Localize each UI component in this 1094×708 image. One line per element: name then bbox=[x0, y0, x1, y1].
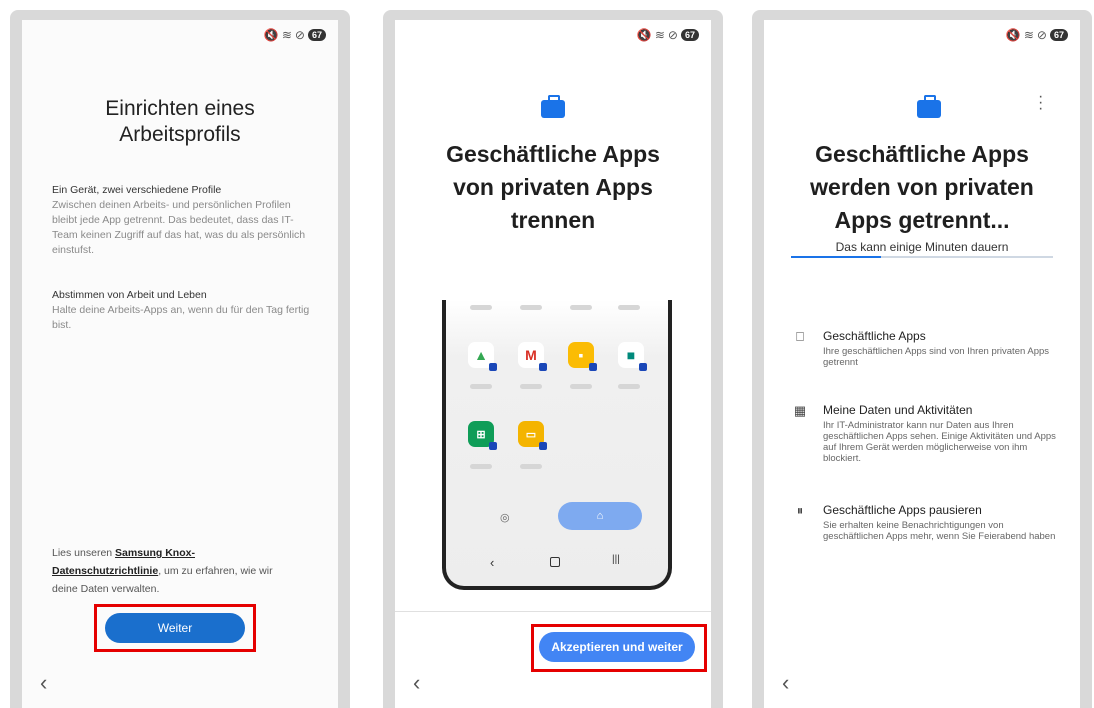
phone-frame-1: 🔇 ≋ ⊘ 67 Einrichten eines Arbeitsprofils… bbox=[10, 10, 350, 708]
meet-icon: ■ bbox=[618, 342, 647, 371]
dnd-icon: ⊘ bbox=[1036, 28, 1047, 42]
section-body: Zwischen deinen Arbeits- und persönliche… bbox=[52, 199, 306, 256]
info-title: Meine Daten und Aktivitäten bbox=[823, 403, 973, 417]
info-title: Geschäftliche Apps pausieren bbox=[823, 503, 982, 517]
more-options-icon[interactable]: · · · bbox=[1038, 89, 1043, 117]
info-desc: Ihr IT-Administrator kann nur Daten aus … bbox=[823, 420, 1056, 464]
status-bar: 🔇 ≋ ⊘ 67 bbox=[1006, 28, 1068, 42]
screen-setup-work-profile: 🔇 ≋ ⊘ 67 Einrichten eines Arbeitsprofils… bbox=[22, 20, 338, 708]
status-bar: 🔇 ≋ ⊘ 67 bbox=[264, 28, 326, 42]
page-title: Geschäftliche Apps von privaten Apps tre… bbox=[446, 141, 660, 233]
pause-icon: ⏸ bbox=[796, 503, 804, 518]
info-title: Geschäftliche Apps bbox=[823, 329, 926, 343]
briefcase-icon bbox=[917, 95, 941, 118]
nav-bar: ‹ bbox=[395, 662, 711, 708]
mute-icon: 🔇 bbox=[636, 28, 652, 42]
drive-icon: ▲ bbox=[468, 342, 497, 371]
work-tab: ⌂ bbox=[558, 502, 642, 530]
battery-badge: 67 bbox=[307, 29, 326, 41]
wifi-icon: ≋ bbox=[654, 28, 665, 42]
phone-frame-3: 🔇 ≋ ⊘ 67 · · · Geschäftliche Apps werden v… bbox=[752, 10, 1092, 708]
building-icon: ▦ bbox=[793, 403, 807, 418]
sheets-icon: ⊞ bbox=[468, 421, 497, 450]
section-profiles: Ein Gerät, zwei verschiedene Profile Zwi… bbox=[52, 183, 310, 258]
back-icon[interactable]: ‹ bbox=[413, 670, 420, 696]
privacy-notice: Lies unseren Samsung Knox-Datenschutzric… bbox=[52, 547, 273, 595]
page-title: Einrichten eines Arbeitsprofils bbox=[105, 97, 255, 146]
briefcase-icon bbox=[541, 95, 565, 118]
nav-bar: ‹ bbox=[764, 662, 1080, 708]
wifi-icon: ≋ bbox=[1023, 28, 1034, 42]
wifi-icon: ≋ bbox=[281, 28, 292, 42]
mute-icon: 🔇 bbox=[1005, 28, 1021, 42]
dnd-icon: ⊘ bbox=[667, 28, 678, 42]
section-heading: Abstimmen von Arbeit und Leben bbox=[52, 289, 207, 301]
placeholder-bar bbox=[470, 384, 492, 389]
gmail-icon: M bbox=[518, 342, 547, 371]
placeholder-bar bbox=[470, 305, 492, 310]
back-icon[interactable]: ‹ bbox=[782, 670, 789, 696]
next-button[interactable]: Weiter bbox=[105, 613, 245, 643]
dnd-icon: ⊘ bbox=[294, 28, 305, 42]
nav-recents-icon: ||| bbox=[612, 554, 620, 565]
keep-icon: ▪ bbox=[568, 342, 597, 371]
placeholder-bar bbox=[470, 464, 492, 469]
accept-button[interactable]: Akzeptieren und weiter bbox=[539, 632, 695, 662]
progress-bar bbox=[791, 256, 1053, 258]
section-work-life: Abstimmen von Arbeit und Leben Halte dei… bbox=[52, 288, 310, 333]
placeholder-bar bbox=[570, 305, 592, 310]
info-desc: Ihre geschäftlichen Apps sind von Ihren … bbox=[823, 346, 1050, 368]
screen-separating-apps: 🔇 ≋ ⊘ 67 · · · Geschäftliche Apps werden v… bbox=[764, 20, 1080, 708]
placeholder-bar bbox=[618, 384, 640, 389]
placeholder-bar bbox=[618, 305, 640, 310]
screen-separate-apps: 🔇 ≋ ⊘ 67 Geschäftliche Apps von privaten… bbox=[395, 20, 711, 708]
phone-frame-2: 🔇 ≋ ⊘ 67 Geschäftliche Apps von privaten… bbox=[383, 10, 723, 708]
battery-badge: 67 bbox=[1049, 29, 1068, 41]
page-title: Geschäftliche Apps werden von privaten A… bbox=[810, 141, 1034, 233]
mute-icon: 🔇 bbox=[263, 28, 279, 42]
battery-badge: 67 bbox=[680, 29, 699, 41]
nav-back-icon: ‹ bbox=[490, 555, 495, 570]
status-bar: 🔇 ≋ ⊘ 67 bbox=[637, 28, 699, 42]
personal-tab-icon: ◎ bbox=[500, 512, 510, 524]
section-body: Halte deine Arbeits-Apps an, wenn du für… bbox=[52, 304, 310, 331]
nav-home-icon bbox=[550, 557, 560, 567]
subtitle: Das kann einige Minuten dauern bbox=[835, 240, 1009, 254]
info-desc: Sie erhalten keine Benachrichtigungen vo… bbox=[823, 520, 1056, 542]
divider bbox=[395, 611, 711, 612]
placeholder-bar bbox=[520, 305, 542, 310]
section-heading: Ein Gerät, zwei verschiedene Profile bbox=[52, 184, 222, 196]
placeholder-bar bbox=[520, 384, 542, 389]
phone-illustration: ▲ M ▪ ■ ⊞ ▭ ◎ ⌂ ‹ ||| bbox=[442, 300, 672, 590]
placeholder-bar bbox=[520, 464, 542, 469]
back-icon[interactable]: ‹ bbox=[40, 670, 47, 696]
briefcase-icon: ⎕ bbox=[796, 329, 804, 344]
nav-bar: ‹ bbox=[22, 662, 338, 708]
placeholder-bar bbox=[570, 384, 592, 389]
slides-icon: ▭ bbox=[518, 421, 547, 450]
